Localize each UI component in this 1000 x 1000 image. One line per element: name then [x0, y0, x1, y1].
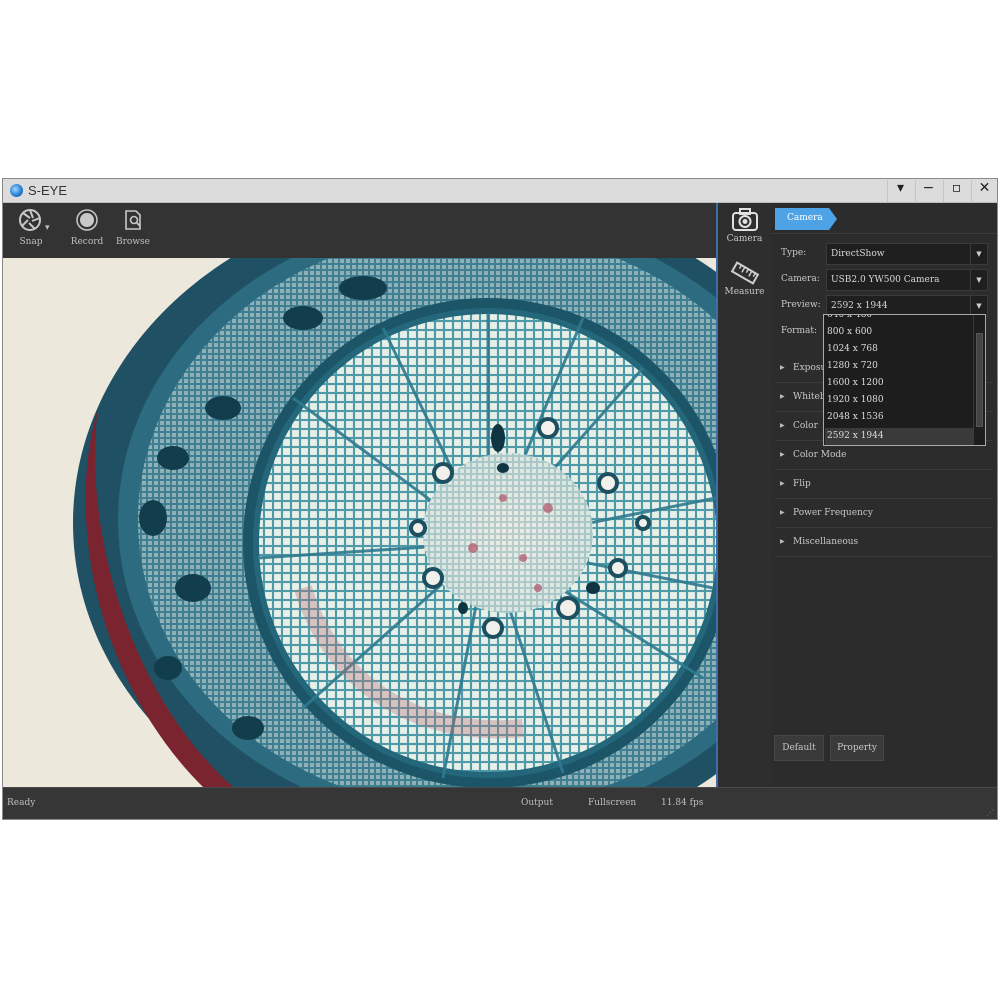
section-label: Flip	[793, 479, 811, 489]
fps-readout: 11.84 fps	[661, 798, 704, 808]
dropdown-item-selected[interactable]: 2592 x 1944	[825, 428, 973, 445]
record-icon	[76, 209, 98, 231]
fullscreen-button[interactable]: Fullscreen	[588, 798, 636, 808]
expand-arrow-icon: ▶	[780, 422, 785, 429]
expand-arrow-icon: ▶	[780, 393, 785, 400]
settings-panel: Camera Type: DirectShow ▼ Camera: USB2.0…	[771, 203, 997, 787]
section-color-mode[interactable]: ▶ Color Mode	[775, 442, 993, 470]
camera-icon	[731, 208, 758, 231]
rail-camera-label: Camera	[726, 234, 763, 244]
snap-label: Snap	[19, 237, 43, 247]
dropdown-item[interactable]: 2048 x 1536	[825, 409, 973, 426]
chevron-down-icon: ▼	[970, 296, 987, 316]
maximize-button[interactable]: ▫	[943, 180, 969, 202]
tab-divider	[771, 233, 997, 234]
type-row: Type: DirectShow ▼	[771, 243, 997, 265]
tool-rail: Camera Measure	[716, 203, 771, 787]
record-label: Record	[70, 237, 104, 247]
browse-icon	[125, 210, 141, 230]
camera-row: Camera: USB2.0 YW500 Camera ▼	[771, 269, 997, 291]
section-label: Color	[793, 421, 818, 431]
camera-select[interactable]: USB2.0 YW500 Camera ▼	[826, 269, 988, 291]
aperture-icon	[19, 209, 41, 231]
minimize-button[interactable]: −	[915, 180, 941, 202]
preview-value: 2592 x 1944	[831, 301, 888, 311]
menu-dropdown-icon[interactable]: ▾	[887, 180, 913, 202]
dropdown-item[interactable]: 800 x 600	[825, 324, 973, 341]
output-button[interactable]: Output	[521, 798, 553, 808]
status-ready: Ready	[7, 798, 36, 808]
section-power-frequency[interactable]: ▶ Power Frequency	[775, 500, 993, 528]
default-button[interactable]: Default	[774, 735, 824, 761]
ruler-icon	[730, 261, 759, 285]
section-label: Miscellaneous	[793, 537, 859, 547]
dropdown-item[interactable]: 1024 x 768	[825, 341, 973, 358]
format-label: Format:	[781, 326, 818, 336]
resize-grip-icon[interactable]: ⋰	[986, 808, 994, 817]
app-logo-icon	[10, 184, 23, 197]
snap-dropdown-icon[interactable]: ▾	[45, 223, 50, 233]
title-bar: S-EYE ▾ − ▫ ✕	[3, 179, 997, 203]
window-title: S-EYE	[28, 183, 68, 198]
section-flip[interactable]: ▶ Flip	[775, 471, 993, 499]
camera-value: USB2.0 YW500 Camera	[831, 275, 940, 285]
browse-label: Browse	[116, 237, 150, 247]
tab-camera[interactable]: Camera	[775, 208, 837, 230]
preview-label: Preview:	[781, 300, 821, 310]
dropdown-scrollbar[interactable]	[973, 315, 985, 445]
dropdown-item[interactable]: 640 x 480	[825, 315, 973, 324]
section-label: Power Frequency	[793, 508, 873, 518]
chevron-down-icon: ▼	[970, 270, 987, 290]
toolbar: Snap ▾ Record Browse	[3, 203, 716, 258]
specimen-image	[3, 258, 716, 787]
close-button[interactable]: ✕	[971, 180, 997, 202]
expand-arrow-icon: ▶	[780, 480, 785, 487]
type-value: DirectShow	[831, 249, 885, 259]
browse-button[interactable]: Browse	[113, 209, 153, 247]
status-bar: Ready Output Fullscreen 11.84 fps ⋰	[3, 787, 997, 819]
record-button[interactable]: Record	[67, 209, 107, 247]
expand-arrow-icon: ▶	[780, 451, 785, 458]
chevron-down-icon: ▼	[970, 244, 987, 264]
expand-arrow-icon: ▶	[780, 538, 785, 545]
dropdown-item[interactable]: 1280 x 720	[825, 358, 973, 375]
type-select[interactable]: DirectShow ▼	[826, 243, 988, 265]
type-label: Type:	[781, 248, 807, 258]
dropdown-item[interactable]: 1600 x 1200	[825, 375, 973, 392]
rail-measure-button[interactable]: Measure	[718, 260, 771, 297]
scrollbar-thumb[interactable]	[976, 333, 983, 427]
section-label: Color Mode	[793, 450, 847, 460]
dropdown-item[interactable]: 1920 x 1080	[825, 392, 973, 409]
section-miscellaneous[interactable]: ▶ Miscellaneous	[775, 529, 993, 557]
camera-label: Camera:	[781, 274, 820, 284]
expand-arrow-icon: ▶	[780, 509, 785, 516]
rail-measure-label: Measure	[724, 287, 765, 297]
app-window: S-EYE ▾ − ▫ ✕ Snap ▾ Record Browse Camer…	[2, 178, 998, 820]
property-button[interactable]: Property	[830, 735, 884, 761]
rail-camera-button[interactable]: Camera	[718, 207, 771, 244]
tab-camera-label: Camera	[787, 213, 823, 223]
preview-dropdown-list[interactable]: 640 x 480 800 x 600 1024 x 768 1280 x 72…	[823, 314, 986, 446]
expand-arrow-icon: ▶	[780, 364, 785, 371]
camera-preview[interactable]	[3, 258, 716, 787]
